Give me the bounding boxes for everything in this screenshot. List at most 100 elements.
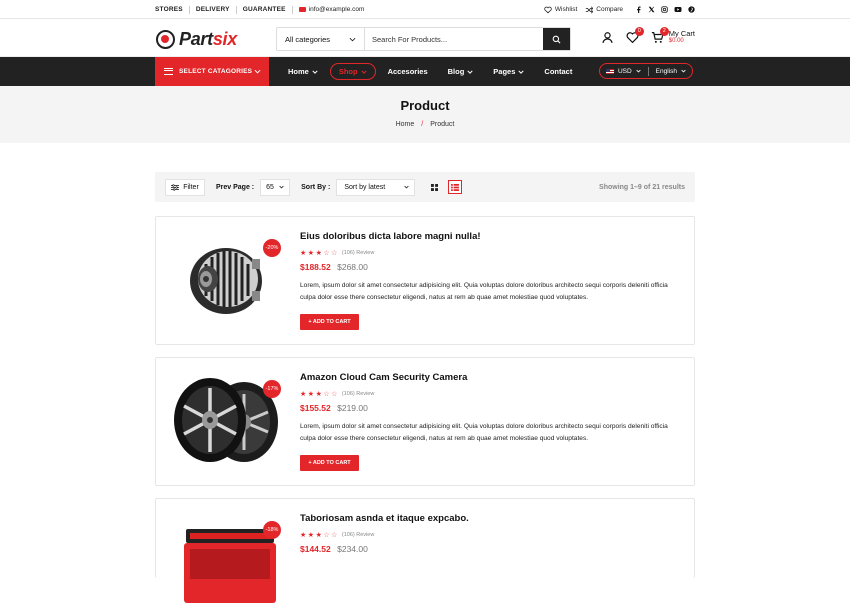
logo[interactable]: Partsix (156, 29, 237, 50)
youtube-icon[interactable] (674, 6, 682, 13)
price: $144.52 $234.00 (300, 544, 685, 554)
sale-price: $155.52 (300, 403, 331, 413)
chevron-down-icon (279, 185, 284, 189)
sale-price: $144.52 (300, 544, 331, 554)
discount-badge: -17% (263, 380, 281, 398)
list-view-button[interactable] (448, 180, 463, 194)
chevron-down-icon (404, 185, 409, 189)
add-to-cart-button[interactable]: + ADD TO CART (300, 455, 359, 471)
currency-select[interactable]: USD (618, 68, 632, 75)
compare-link[interactable]: Compare (585, 6, 623, 14)
main-nav: SELECT CATAGORIES Home Shop Accesories B… (0, 57, 850, 86)
select-categories-button[interactable]: SELECT CATAGORIES (155, 57, 269, 86)
old-price: $234.00 (337, 544, 368, 554)
add-to-cart-button[interactable]: + ADD TO CART (300, 314, 359, 330)
shuffle-icon (586, 6, 594, 13)
cart-total: $0.00 (668, 38, 684, 44)
search-button[interactable] (543, 28, 570, 50)
product-title[interactable]: Taboriosam asnda et itaque expcabo. (300, 513, 685, 524)
twitter-icon[interactable] (648, 6, 655, 13)
review-count[interactable]: (106) Review (342, 391, 374, 397)
chevron-down-icon (636, 69, 641, 73)
instagram-icon[interactable] (661, 6, 668, 13)
rating-stars: ★ ★ ★ ☆ ☆ (106) Review (300, 391, 375, 398)
product-title[interactable]: Amazon Cloud Cam Security Camera (300, 372, 685, 383)
page-banner: Product Home / Product (0, 86, 850, 143)
search-input[interactable] (365, 28, 543, 50)
wishlist-badge: 0 (634, 26, 644, 36)
nav-accesories[interactable]: Accesories (380, 63, 436, 80)
chevron-down-icon (254, 69, 261, 74)
category-select[interactable]: All categories (277, 28, 365, 50)
facebook-icon[interactable] (635, 6, 642, 13)
logo-icon (156, 30, 175, 49)
discount-badge: -20% (263, 239, 281, 257)
cart-badge: 2 (659, 26, 669, 36)
sort-value: Sort by latest (344, 183, 386, 191)
search-icon (552, 35, 561, 43)
top-bar: STORES DELIVERY GUARANTEE info@example.c… (0, 0, 850, 19)
nav-contact[interactable]: Contact (536, 63, 580, 80)
user-icon (602, 31, 613, 43)
grid-view-button[interactable] (427, 180, 441, 194)
price: $188.52 $268.00 (300, 262, 685, 272)
product-description: Lorem, ipsum dolor sit amet consectetur … (300, 423, 668, 442)
delivery-link[interactable]: DELIVERY (190, 5, 237, 14)
sort-label: Sort By : (301, 183, 331, 191)
shop-toolbar: Filter Prev Page : 65 Sort By : Sort by … (155, 172, 695, 202)
mail-icon (298, 7, 306, 12)
chevron-down-icon (518, 70, 525, 74)
wishlist-label: Wishlist (554, 6, 578, 13)
review-count[interactable]: (106) Review (342, 532, 374, 538)
old-price: $219.00 (337, 403, 368, 413)
chevron-down-icon (312, 70, 318, 74)
nav-blog[interactable]: Blog (440, 63, 482, 80)
product-card: -18% Taboriosam asnda et itaque expcabo.… (155, 498, 695, 603)
sort-select[interactable]: Sort by latest (336, 178, 416, 196)
filter-label: Filter (183, 183, 199, 191)
breadcrumb-current: Product (430, 121, 455, 128)
chevron-down-icon (360, 70, 367, 74)
menu-icon (164, 68, 173, 75)
page-title: Product (400, 98, 450, 113)
product-title[interactable]: Eius doloribus dicta labore magni nulla! (300, 231, 685, 242)
guarantee-link[interactable]: GUARANTEE (237, 5, 293, 14)
per-page-label: Prev Page : (216, 183, 255, 191)
product-description: Lorem, ipsum dolor sit amet consectetur … (300, 282, 668, 301)
sale-price: $188.52 (300, 262, 331, 272)
wishlist-link[interactable]: Wishlist (544, 6, 577, 14)
rating-stars: ★ ★ ★ ☆ ☆ (106) Review (300, 532, 375, 539)
discount-badge: -18% (263, 521, 281, 539)
nav-shop[interactable]: Shop (329, 63, 376, 80)
per-page-value: 65 (266, 183, 274, 191)
us-flag-icon (605, 68, 614, 74)
breadcrumb-home[interactable]: Home (396, 121, 415, 128)
grid-icon (430, 183, 438, 191)
locale-switcher: USD English (598, 63, 693, 79)
language-select[interactable]: English (656, 68, 677, 75)
chevron-down-icon (681, 69, 686, 73)
category-select-value: All categories (285, 34, 331, 44)
per-page-select[interactable]: 65 (260, 178, 291, 196)
heart-icon (544, 6, 552, 13)
nav-pages[interactable]: Pages (485, 63, 532, 80)
email-link[interactable]: info@example.com (293, 6, 364, 13)
wishlist-button[interactable]: 0 (626, 26, 644, 44)
sliders-icon (171, 183, 180, 191)
filter-button[interactable]: Filter (165, 178, 205, 196)
nav-home[interactable]: Home (280, 63, 326, 80)
site-header: Partsix All categories 0 2 My Cart $0.00 (0, 19, 850, 57)
search-bar: All categories (276, 27, 571, 51)
chevron-down-icon (349, 37, 356, 41)
review-count[interactable]: (106) Review (342, 250, 374, 256)
pinterest-icon[interactable] (688, 6, 695, 13)
cart-button[interactable]: 2 My Cart $0.00 (651, 26, 695, 44)
cart-label: My Cart (668, 29, 695, 38)
breadcrumb: Home / Product (395, 121, 455, 128)
results-count: Showing 1–9 of 21 results (599, 183, 685, 191)
stores-link[interactable]: STORES (155, 5, 190, 14)
list-icon (451, 183, 460, 191)
product-card: -20% Eius doloribus dicta labore magni n… (155, 216, 695, 345)
compare-label: Compare (596, 6, 623, 13)
account-button[interactable] (601, 31, 614, 44)
